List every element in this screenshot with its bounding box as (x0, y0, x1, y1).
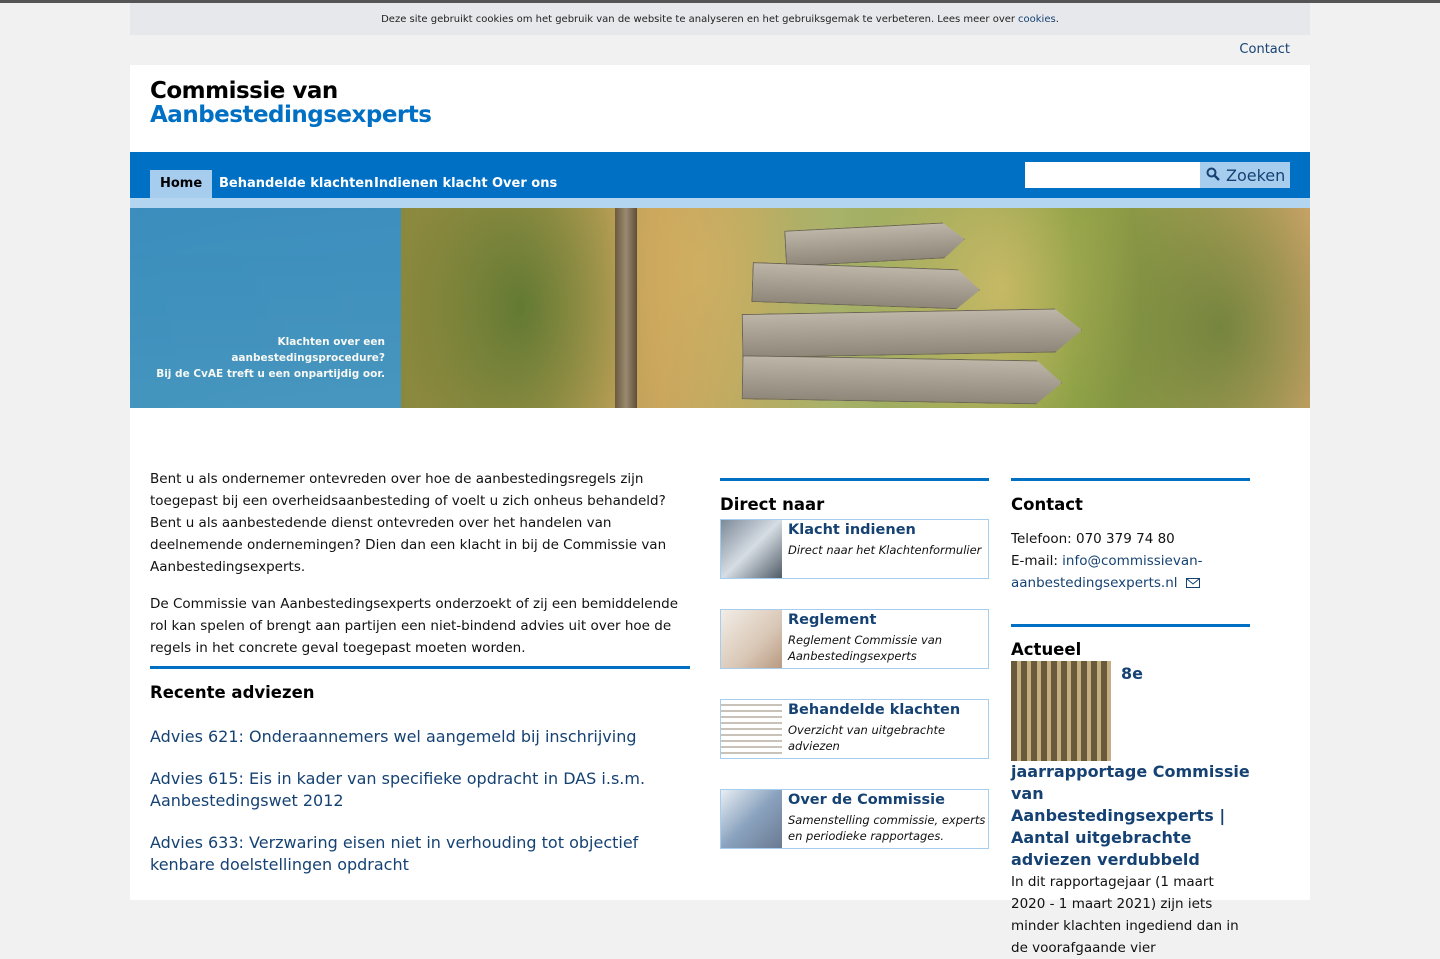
hero-text-panel: Klachten over een aanbestedingsprocedure… (130, 208, 401, 408)
intro-paragraph-1: Bent u als ondernemer ontevreden over ho… (150, 471, 667, 575)
signpost-board (751, 262, 980, 310)
signpost-board (742, 308, 1083, 358)
recent-adviezen-section: Recente adviezen Advies 621: Onderaannem… (150, 666, 690, 896)
tile-title: Over de Commissie (788, 792, 945, 808)
logo-line-1: Commissie van (150, 78, 338, 104)
nav-over-ons[interactable]: Over ons (482, 170, 567, 198)
tile-desc: Reglement Commissie van Aanbestedingsexp… (788, 633, 943, 663)
contact-section: Contact Telefoon: 070 379 74 80 E-mail: … (1011, 478, 1250, 594)
nav-behandelde-klachten[interactable]: Behandelde klachten (209, 170, 383, 198)
nav-subbar (130, 198, 1310, 208)
papers-image (721, 700, 782, 758)
direct-naar-title: Direct naar (720, 495, 825, 514)
nav-home[interactable]: Home (150, 170, 213, 198)
site-logo[interactable]: Commissie van Aanbestedingsexperts (150, 78, 432, 128)
search-button-label: Zoeken (1226, 165, 1286, 185)
main-nav: Home Behandelde klachten Indienen klacht… (130, 152, 1310, 198)
contact-email-line: E-mail: info@commissievan-aanbestedingse… (1011, 550, 1250, 594)
library-image (1011, 661, 1111, 761)
tile-klacht-indienen[interactable]: Klacht indienen Direct naar het Klachten… (720, 519, 989, 579)
tile-behandelde-klachten[interactable]: Behandelde klachten Overzicht van uitgeb… (720, 699, 989, 759)
contact-title: Contact (1011, 495, 1083, 514)
direct-naar-section: Direct naar (720, 478, 989, 514)
hero-line-2: Bij de CvAE treft u een onpartijdig oor. (156, 368, 385, 380)
contact-phone: Telefoon: 070 379 74 80 (1011, 531, 1175, 547)
tablet-image (721, 520, 782, 578)
intro-paragraph-2: De Commissie van Aanbestedingsexperts on… (150, 596, 679, 656)
tile-title: Klacht indienen (788, 522, 916, 538)
tile-title: Reglement (788, 612, 877, 628)
main-content: Bent u als ondernemer ontevreden over ho… (130, 408, 1310, 956)
header: Commissie van Aanbestedingsexperts (130, 65, 1310, 152)
tile-desc: Samenstelling commissie, experts en peri… (788, 813, 986, 843)
hero-banner: Klachten over een aanbestedingsprocedure… (130, 208, 1310, 408)
advies-link[interactable]: Advies 633: Verzwaring eisen niet in ver… (150, 832, 690, 876)
cookie-end: . (1055, 13, 1059, 25)
search-input[interactable] (1025, 162, 1200, 188)
actueel-text: In dit rapportagejaar (1 maart 2020 - 1 … (1011, 874, 1239, 956)
writing-image (721, 610, 782, 668)
search-icon (1206, 166, 1220, 185)
tile-desc: Direct naar het Klachtenformulier (788, 543, 982, 557)
mail-icon (1182, 575, 1200, 591)
email-label: E-mail: (1011, 553, 1058, 569)
charts-image (721, 790, 782, 848)
search-form: Zoeken (1025, 162, 1290, 188)
contact-link[interactable]: Contact (1239, 42, 1290, 57)
tile-reglement[interactable]: Reglement Reglement Commissie van Aanbes… (720, 609, 989, 669)
intro-text: Bent u als ondernemer ontevreden over ho… (150, 468, 695, 674)
actueel-section: Actueel 8e jaarrapportage Commissie van … (1011, 624, 1250, 959)
advies-link[interactable]: Advies 615: Eis in kader van specifieke … (150, 768, 690, 812)
recent-adviezen-title: Recente adviezen (150, 683, 315, 702)
advies-link[interactable]: Advies 621: Onderaannemers wel aangemeld… (150, 726, 690, 748)
top-bar: Contact (130, 35, 1310, 65)
actueel-item: 8e jaarrapportage Commissie van Aanbeste… (1011, 661, 1250, 959)
search-button[interactable]: Zoeken (1200, 162, 1290, 188)
cookies-link[interactable]: cookies (1018, 14, 1056, 25)
nav-indienen-klacht[interactable]: Indienen klacht (364, 170, 498, 198)
signpost-pole (615, 208, 637, 408)
tile-over-de-commissie[interactable]: Over de Commissie Samenstelling commissi… (720, 789, 989, 849)
actueel-title: Actueel (1011, 640, 1082, 659)
cookie-text: Deze site gebruikt cookies om het gebrui… (381, 13, 1016, 25)
cookie-bar: Deze site gebruikt cookies om het gebrui… (130, 3, 1310, 35)
signpost-board (742, 355, 1063, 405)
tile-title: Behandelde klachten (788, 702, 961, 718)
advies-list: Advies 621: Onderaannemers wel aangemeld… (150, 726, 690, 876)
hero-line-1: Klachten over een aanbestedingsprocedure… (231, 336, 385, 364)
tile-desc: Overzicht van uitgebrachte adviezen (788, 723, 946, 753)
logo-line-2: Aanbestedingsexperts (150, 102, 432, 128)
